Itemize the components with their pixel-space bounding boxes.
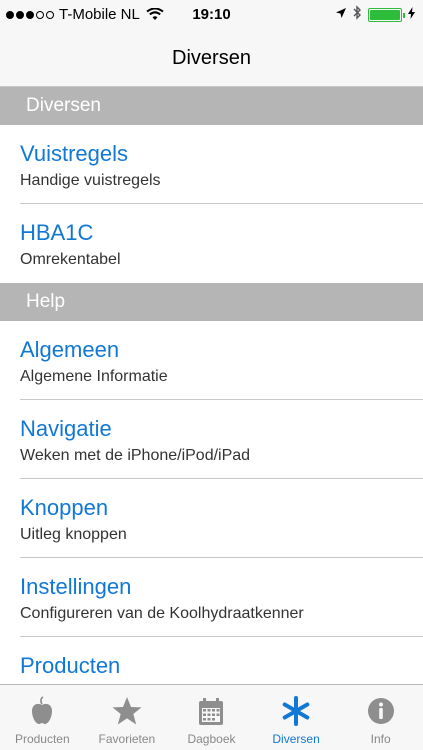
- asterisk-icon: [282, 696, 310, 726]
- info-icon: [367, 698, 394, 724]
- list-item-subtitle: Omrekentabel: [20, 251, 121, 268]
- star-icon: [112, 697, 142, 725]
- list-item-title: Knoppen: [20, 495, 109, 520]
- list-item-subtitle: Handige vuistregels: [20, 172, 161, 189]
- battery-level: [370, 9, 400, 20]
- tab-label: Info: [370, 732, 391, 746]
- list-item-subtitle: Uitleg knoppen: [20, 526, 127, 543]
- list-item-hba1c[interactable]: HBA1C Omrekentabel: [0, 204, 423, 283]
- bluetooth-icon: [353, 5, 362, 24]
- apple-icon: [32, 696, 53, 724]
- list-item-title: Navigatie: [20, 416, 112, 441]
- list-item-subtitle: Algemene Informatie: [20, 368, 168, 385]
- tab-bar: Producten Favorieten Dagboek Diversen In…: [0, 684, 423, 750]
- list-item-subtitle: Configureren van de Koolhydraatkenner: [20, 605, 304, 622]
- tab-info[interactable]: Info: [338, 685, 423, 750]
- list-item-subtitle: Weken met de iPhone/iPod/iPad: [20, 447, 251, 464]
- list-item-producten[interactable]: Producten: [0, 637, 423, 684]
- list-item-algemeen[interactable]: Algemeen Algemene Informatie: [0, 321, 423, 400]
- list-item-title: Instellingen: [20, 574, 132, 599]
- tab-label: Dagboek: [187, 732, 236, 746]
- list-item-navigatie[interactable]: Navigatie Weken met de iPhone/iPod/iPad: [0, 400, 423, 479]
- list-item-instellingen[interactable]: Instellingen Configureren van de Koolhyd…: [0, 558, 423, 637]
- page-title: Diversen: [172, 47, 251, 69]
- tab-producten[interactable]: Producten: [0, 685, 85, 750]
- section-header-diversen: Diversen: [0, 87, 423, 125]
- calendar-icon: [199, 698, 224, 725]
- list-item-vuistregels[interactable]: Vuistregels Handige vuistregels: [0, 125, 423, 204]
- section-header-help: Help: [0, 283, 423, 321]
- tab-label: Producten: [14, 732, 70, 746]
- tab-label: Favorieten: [98, 732, 156, 746]
- tab-diversen[interactable]: Diversen: [254, 685, 339, 750]
- tab-label: Diversen: [272, 732, 320, 746]
- list-item-title: HBA1C: [20, 220, 94, 245]
- list-item-title: Algemeen: [20, 337, 120, 362]
- list-item-title: Vuistregels: [20, 141, 129, 166]
- list-item-knoppen[interactable]: Knoppen Uitleg knoppen: [0, 479, 423, 558]
- battery-icon: [368, 7, 405, 22]
- status-bar-right: [335, 5, 415, 24]
- tab-favorieten[interactable]: Favorieten: [85, 685, 170, 750]
- navigation-bar: Diversen: [0, 30, 423, 87]
- table-view[interactable]: Diversen Vuistregels Handige vuistregels…: [0, 87, 423, 684]
- charging-bolt-icon: [408, 6, 415, 23]
- status-bar: T-Mobile NL 19:10: [0, 0, 423, 30]
- list-item-title: Producten: [20, 653, 121, 678]
- location-arrow-icon: [335, 6, 347, 23]
- tab-dagboek[interactable]: Dagboek: [169, 685, 254, 750]
